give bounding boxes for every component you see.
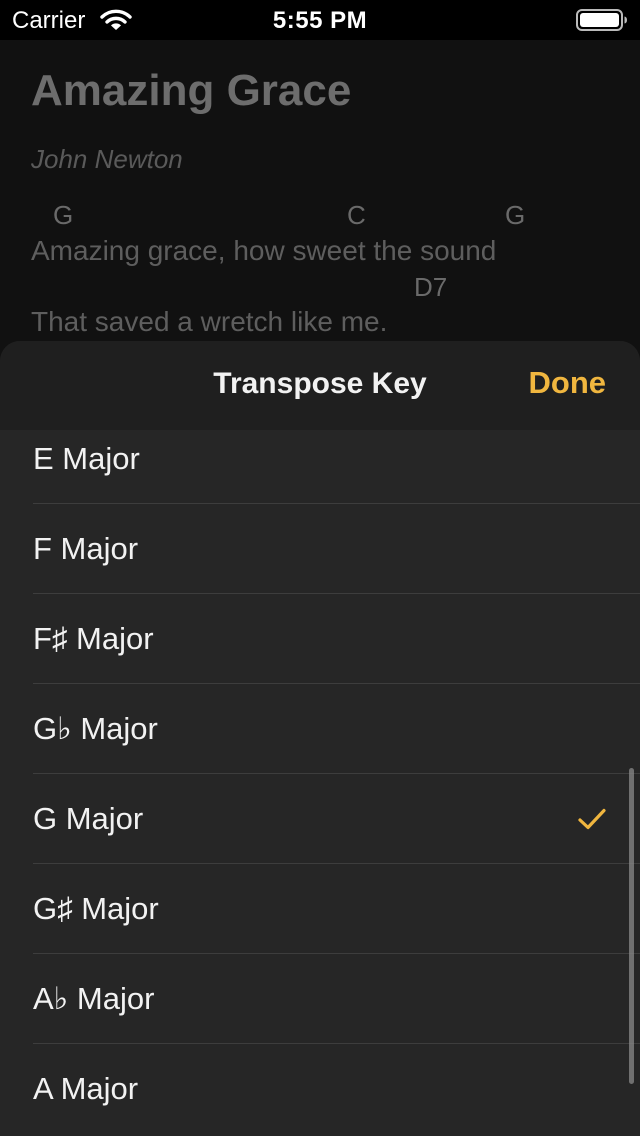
lyric-line: Amazing grace, how sweet the sound xyxy=(31,235,497,266)
chord-label: C xyxy=(347,200,366,230)
sheet-header: Transpose Key Done xyxy=(0,341,640,430)
chord-label: D7 xyxy=(414,272,448,302)
key-label: G♯ Major xyxy=(33,891,159,926)
key-row-g-major[interactable]: G Major xyxy=(0,774,640,864)
chord-label: G xyxy=(53,200,74,230)
key-row-e-major[interactable]: E Major xyxy=(0,430,640,504)
status-time: 5:55 PM xyxy=(272,7,368,34)
key-row-g-flat-major[interactable]: G♭ Major xyxy=(0,684,640,774)
key-row-a-flat-major[interactable]: A♭ Major xyxy=(0,954,640,1044)
key-row-f-major[interactable]: F Major xyxy=(0,504,640,594)
scroll-indicator[interactable] xyxy=(629,768,634,1084)
key-list[interactable]: E Major F Major F♯ Major G♭ Major G Majo… xyxy=(0,430,640,1136)
song-author: John Newton xyxy=(31,144,183,174)
key-row-f-sharp-major[interactable]: F♯ Major xyxy=(0,594,640,684)
transpose-key-sheet: Transpose Key Done E Major F Major F♯ Ma… xyxy=(0,341,640,1136)
key-label: G Major xyxy=(33,801,144,836)
key-label: A♭ Major xyxy=(33,981,155,1016)
battery-icon xyxy=(576,9,627,31)
status-bar: Carrier 5:55 PM xyxy=(0,0,640,40)
key-row-g-sharp-major[interactable]: G♯ Major xyxy=(0,864,640,954)
key-label: A Major xyxy=(33,1071,139,1106)
key-row-a-major[interactable]: A Major xyxy=(0,1044,640,1134)
chord-label: G xyxy=(505,200,526,230)
done-button[interactable]: Done xyxy=(529,365,607,401)
song-title: Amazing Grace xyxy=(31,66,352,115)
key-label: E Major xyxy=(33,441,140,476)
screen: Carrier 5:55 PM Amazing Grace John Newto… xyxy=(0,0,640,1136)
checkmark-icon xyxy=(578,808,606,830)
key-label: F♯ Major xyxy=(33,621,154,656)
key-label: F Major xyxy=(33,531,139,566)
lyric-line: That saved a wretch like me. xyxy=(31,306,388,337)
key-label: G♭ Major xyxy=(33,711,158,746)
